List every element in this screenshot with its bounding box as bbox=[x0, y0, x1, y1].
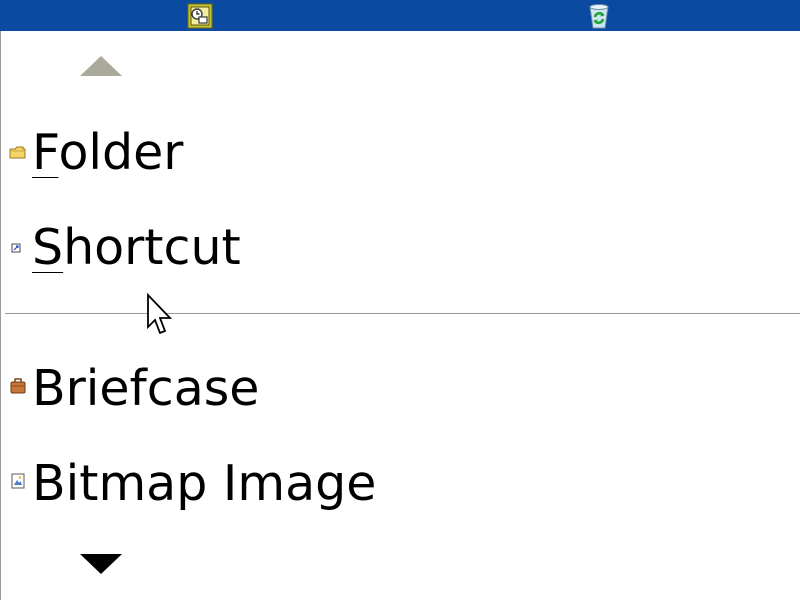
menu-item-label: Bitmap Image bbox=[32, 455, 377, 512]
shortcut-icon bbox=[11, 243, 21, 253]
accelerator-key: F bbox=[32, 124, 59, 181]
menu-item-label: Shortcut bbox=[32, 219, 241, 276]
new-submenu: Folder Shortcut Briefcase Bitmap Image bbox=[0, 31, 800, 600]
menu-item-shortcut[interactable]: Shortcut bbox=[1, 212, 761, 284]
screen: Folder Shortcut Briefcase Bitmap Image bbox=[0, 0, 800, 600]
briefcase-icon bbox=[10, 378, 26, 394]
scheduled-tasks-icon[interactable] bbox=[187, 3, 213, 29]
recycle-bin-icon[interactable] bbox=[586, 3, 612, 29]
scroll-down-arrow-icon[interactable] bbox=[80, 554, 122, 574]
bitmap-image-icon bbox=[11, 473, 25, 489]
menu-item-folder[interactable]: Folder bbox=[1, 117, 761, 189]
menu-separator bbox=[5, 313, 800, 314]
taskbar-strip bbox=[0, 0, 800, 31]
menu-item-label: Briefcase bbox=[32, 360, 260, 417]
menu-item-label: Folder bbox=[32, 124, 184, 181]
folder-icon bbox=[9, 146, 26, 159]
menu-item-briefcase[interactable]: Briefcase bbox=[1, 353, 761, 425]
menu-item-bitmap-image[interactable]: Bitmap Image bbox=[1, 448, 761, 520]
mouse-pointer-icon bbox=[147, 293, 173, 335]
scroll-up-arrow-icon[interactable] bbox=[80, 56, 122, 76]
accelerator-key: S bbox=[32, 219, 64, 276]
